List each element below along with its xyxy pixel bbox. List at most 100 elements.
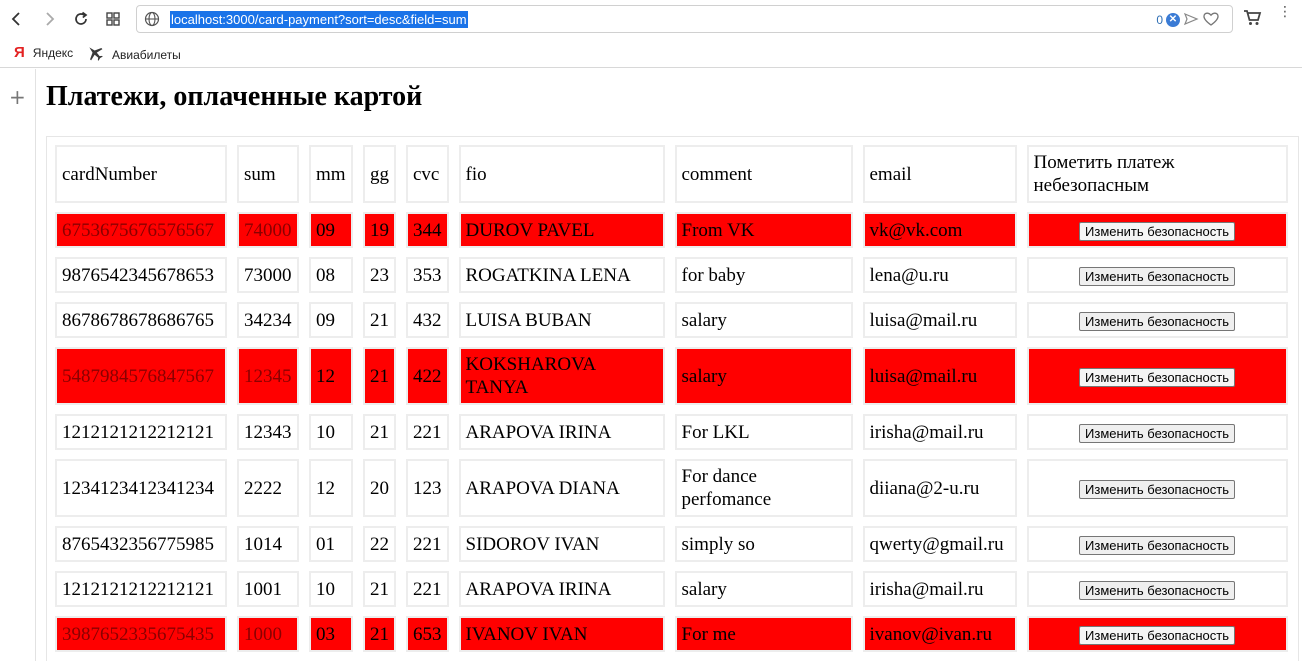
cell-card-number: 1212121212212121 bbox=[55, 571, 227, 607]
airplane-icon bbox=[86, 44, 104, 65]
address-bar[interactable]: localhost:3000/card-payment?sort=desc&fi… bbox=[136, 5, 1233, 33]
cell-mm: 03 bbox=[309, 616, 353, 652]
payments-table-container: cardNumber sum mm gg cvc fio comment ema… bbox=[46, 136, 1299, 661]
browser-toolbar: localhost:3000/card-payment?sort=desc&fi… bbox=[0, 0, 1302, 38]
change-safety-button[interactable]: Изменить безопасность bbox=[1079, 312, 1235, 331]
cell-sum: 73000 bbox=[237, 257, 299, 293]
globe-icon bbox=[144, 11, 160, 32]
cell-cvc: 344 bbox=[406, 212, 449, 248]
yandex-icon: Я bbox=[14, 44, 25, 61]
cell-card-number: 8678678678686765 bbox=[55, 302, 227, 338]
change-safety-button[interactable]: Изменить безопасность bbox=[1079, 480, 1235, 499]
cell-gg: 19 bbox=[363, 212, 396, 248]
cell-gg: 21 bbox=[363, 571, 396, 607]
cell-action: Изменить безопасность bbox=[1026, 302, 1288, 338]
header-mark-unsafe: Пометить платеж небезопасным bbox=[1026, 145, 1288, 203]
cell-gg: 21 bbox=[363, 414, 396, 450]
cell-card-number: 3987652335675435 bbox=[55, 616, 227, 652]
table-row: 1212121212212121 1001 10 21 221 ARAPOVA IRINA… bbox=[55, 571, 1288, 607]
change-safety-button[interactable]: Изменить безопасность bbox=[1079, 368, 1235, 387]
plus-icon[interactable]: + bbox=[9, 85, 26, 109]
cell-card-number: 1212121212212121 bbox=[55, 414, 227, 450]
table-row: 8765432356775985 1014 01 22 221 SIDOROV IVAN s… bbox=[55, 526, 1288, 562]
side-panel: + bbox=[0, 69, 36, 661]
cell-sum: 1014 bbox=[237, 526, 299, 562]
cell-fio: ARAPOVA DIANA bbox=[458, 459, 665, 517]
table-row: 5487984576847567 12345 12 21 422 KOKSHAROVA T… bbox=[55, 347, 1288, 405]
table-row: 1212121212212121 12343 10 21 221 ARAPOVA IRIN… bbox=[55, 414, 1288, 450]
adblock-count: 0 bbox=[1156, 13, 1163, 27]
cell-sum: 1001 bbox=[237, 571, 299, 607]
table-body: 6753675676576567 74000 09 19 344 DUROV PAVEL F… bbox=[55, 212, 1288, 652]
cell-cvc: 422 bbox=[406, 347, 449, 405]
change-safety-button[interactable]: Изменить безопасность bbox=[1079, 536, 1235, 555]
bookmark-yandex[interactable]: Я Яндекс bbox=[14, 44, 73, 61]
cart-icon[interactable] bbox=[1243, 8, 1263, 33]
cell-gg: 21 bbox=[363, 347, 396, 405]
cell-action: Изменить безопасность bbox=[1026, 212, 1288, 248]
bookmark-label: Авиабилеты bbox=[112, 47, 181, 62]
cell-comment: For me bbox=[674, 616, 853, 652]
cell-mm: 09 bbox=[309, 302, 353, 338]
adblock-icon[interactable]: ✕ bbox=[1166, 13, 1180, 27]
cell-gg: 23 bbox=[363, 257, 396, 293]
change-safety-button[interactable]: Изменить безопасность bbox=[1079, 581, 1235, 600]
cell-fio: ROGATKINA LENA bbox=[458, 257, 665, 293]
cell-mm: 12 bbox=[309, 459, 353, 517]
header-mm: mm bbox=[309, 145, 353, 203]
cell-email: luisa@mail.ru bbox=[862, 347, 1017, 405]
cell-email: irisha@mail.ru bbox=[862, 571, 1017, 607]
back-arrow-icon[interactable] bbox=[4, 6, 30, 32]
menu-icon[interactable]: ⋮ bbox=[1278, 4, 1292, 24]
cell-cvc: 653 bbox=[406, 616, 449, 652]
cell-email: qwerty@gmail.ru bbox=[862, 526, 1017, 562]
cell-comment: For dance perfomance bbox=[674, 459, 853, 517]
cell-fio: ARAPOVA IRINA bbox=[458, 571, 665, 607]
header-gg: gg bbox=[363, 145, 396, 203]
header-email: email bbox=[862, 145, 1017, 203]
bookmark-label: Яндекс bbox=[32, 45, 74, 60]
tabs-grid-icon[interactable] bbox=[100, 6, 126, 32]
share-icon[interactable] bbox=[1183, 11, 1199, 30]
cell-comment: salary bbox=[674, 347, 853, 405]
cell-action: Изменить безопасность bbox=[1026, 616, 1288, 652]
url-text[interactable]: localhost:3000/card-payment?sort=desc&fi… bbox=[170, 11, 468, 28]
cell-action: Изменить безопасность bbox=[1026, 459, 1288, 517]
change-safety-button[interactable]: Изменить безопасность bbox=[1079, 267, 1235, 286]
cell-mm: 01 bbox=[309, 526, 353, 562]
change-safety-button[interactable]: Изменить безопасность bbox=[1079, 424, 1235, 443]
cell-fio: KOKSHAROVA TANYA bbox=[458, 347, 665, 405]
bookmark-aviabilety[interactable]: Авиабилеты bbox=[86, 44, 181, 65]
cell-fio: IVANOV IVAN bbox=[458, 616, 665, 652]
cell-action: Изменить безопасность bbox=[1026, 257, 1288, 293]
cell-email: vk@vk.com bbox=[862, 212, 1017, 248]
cell-comment: salary bbox=[674, 302, 853, 338]
cell-cvc: 221 bbox=[406, 414, 449, 450]
cell-gg: 21 bbox=[363, 616, 396, 652]
table-row: 6753675676576567 74000 09 19 344 DUROV PAVEL F… bbox=[55, 212, 1288, 248]
cell-fio: SIDOROV IVAN bbox=[458, 526, 665, 562]
cell-mm: 10 bbox=[309, 571, 353, 607]
cell-sum: 12343 bbox=[237, 414, 299, 450]
header-comment: comment bbox=[674, 145, 853, 203]
cell-gg: 21 bbox=[363, 302, 396, 338]
cell-card-number: 6753675676576567 bbox=[55, 212, 227, 248]
cell-gg: 20 bbox=[363, 459, 396, 517]
heart-icon[interactable] bbox=[1202, 11, 1220, 30]
cell-fio: ARAPOVA IRINA bbox=[458, 414, 665, 450]
change-safety-button[interactable]: Изменить безопасность bbox=[1079, 222, 1235, 241]
cell-comment: salary bbox=[674, 571, 853, 607]
cell-card-number: 1234123412341234 bbox=[55, 459, 227, 517]
cell-mm: 10 bbox=[309, 414, 353, 450]
change-safety-button[interactable]: Изменить безопасность bbox=[1079, 626, 1235, 645]
bookmarks-bar: Я Яндекс Авиабилеты bbox=[0, 38, 1302, 68]
forward-arrow-icon[interactable] bbox=[36, 6, 62, 32]
cell-card-number: 5487984576847567 bbox=[55, 347, 227, 405]
table-row: 8678678678686765 34234 09 21 432 LUISA BUBAN s… bbox=[55, 302, 1288, 338]
cell-mm: 12 bbox=[309, 347, 353, 405]
page-title: Платежи, оплаченные картой bbox=[46, 81, 423, 112]
cell-mm: 08 bbox=[309, 257, 353, 293]
cell-email: lena@u.ru bbox=[862, 257, 1017, 293]
table-header-row: cardNumber sum mm gg cvc fio comment ema… bbox=[55, 145, 1288, 203]
reload-icon[interactable] bbox=[68, 6, 94, 32]
